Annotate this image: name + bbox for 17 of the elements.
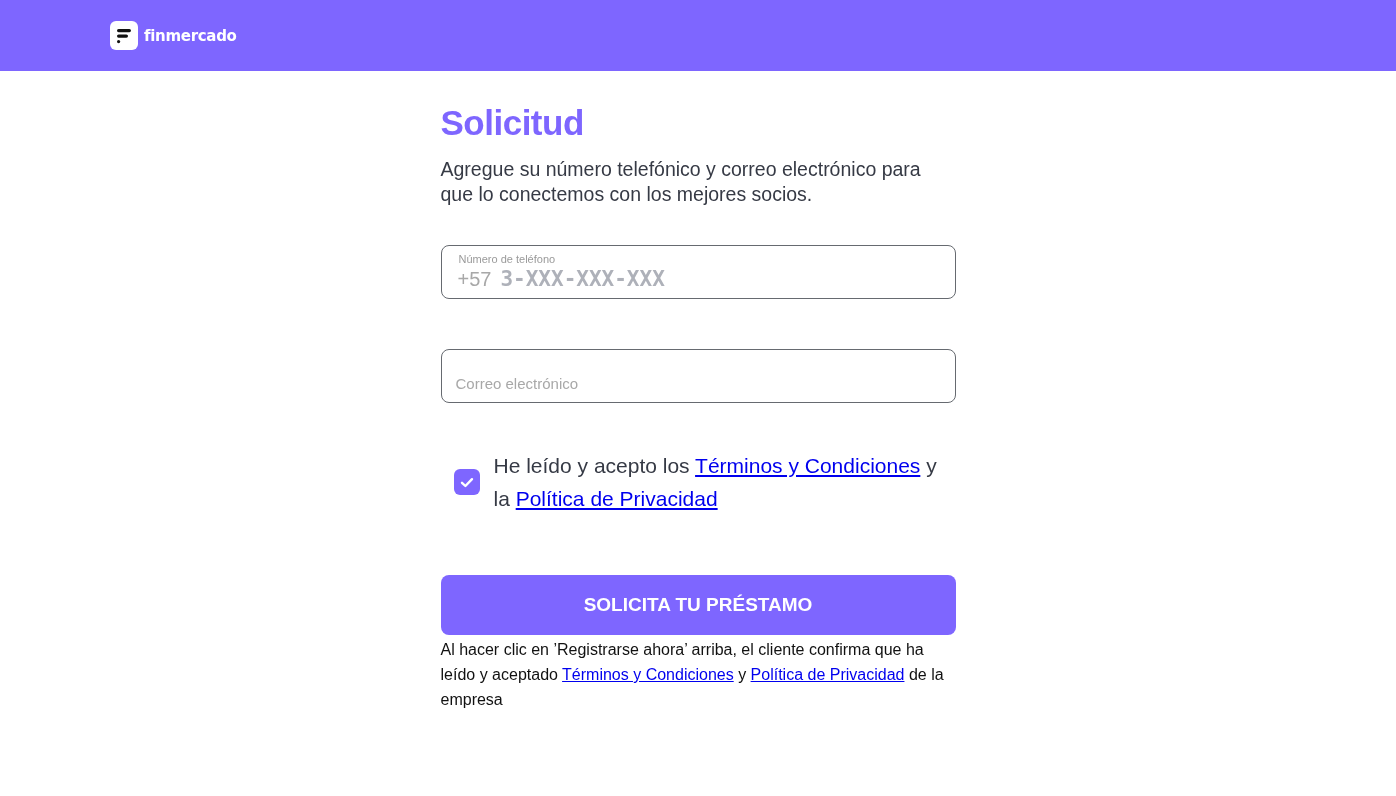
logo-icon [110,21,138,50]
field-label: Número de teléfono [458,252,556,266]
brand-name: finmercado [144,26,237,45]
check-icon [459,476,474,488]
page-subtitle: Agregue su número telefónico y correo electrónico para que lo conectemos con los mejores socios. [440,157,922,207]
disclaimer-link[interactable]: Términos y Condiciones [562,666,734,683]
consent-link[interactable]: Términos y Condiciones [695,454,921,477]
consent-link[interactable]: Política de Privacidad [515,487,718,510]
phone-input[interactable]: 3-XXX-XXX-XXX [500,265,939,292]
email-field[interactable]: Correo electrónico [440,349,956,403]
country-code: +57 [457,266,492,292]
disclaimer-text: Al hacer clic en ’Registrarse ahora’ arriba, el cliente confirma que ha leído y aceptado Términos y Condiciones y Política de Privacidad de la empresa [440,640,945,710]
submit-button[interactable]: SOLICITA TU PRÉSTAMO [440,575,956,635]
disclaimer-link[interactable]: Política de Privacidad [750,666,905,683]
consent-checkbox[interactable] [453,469,480,495]
consent-text: He leído y acepto los Términos y Condiciones y la Política de Privacidad [493,453,938,512]
page-title: Solicitud [440,103,585,143]
